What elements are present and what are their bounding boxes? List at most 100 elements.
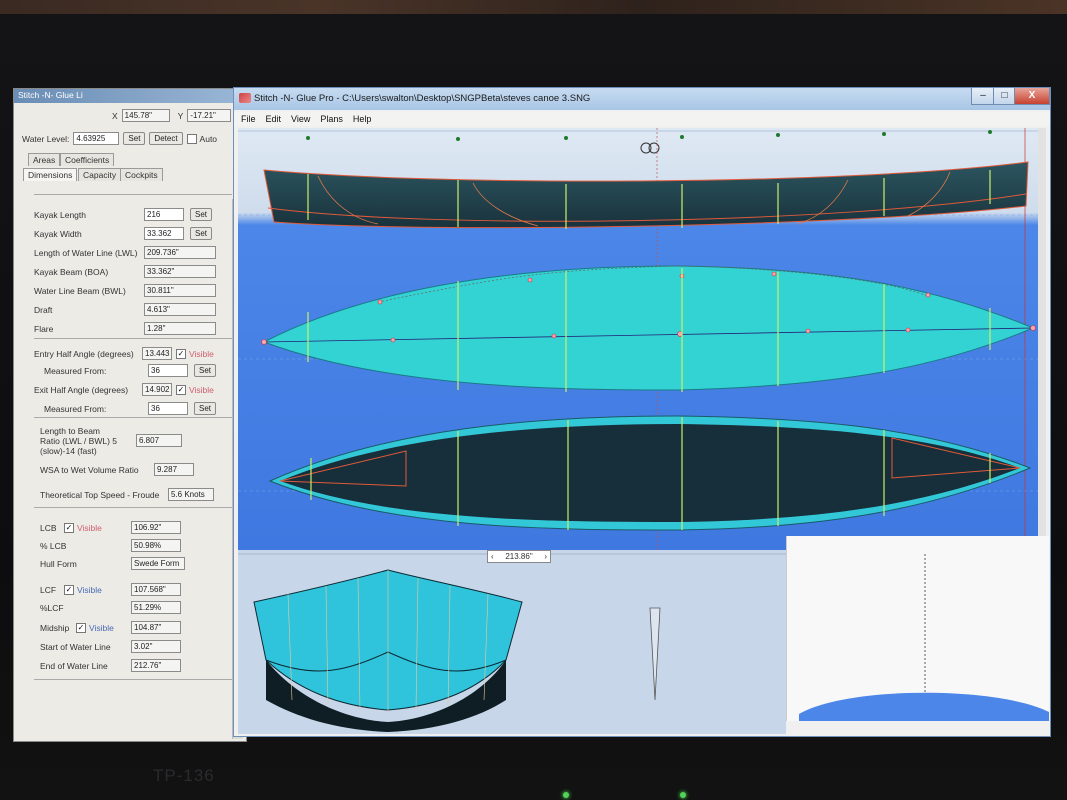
menu-help[interactable]: Help [353, 114, 372, 124]
hull-properties-panel: Stitch -N- Glue Li X 145.78" Y -17.21" W… [13, 88, 247, 742]
menu-bar: File Edit View Plans Help [234, 112, 1050, 126]
tab-coefficients[interactable]: Coefficients [60, 153, 115, 166]
pct-lcf-label: %LCF [40, 602, 64, 613]
ratio-label-line3: (slow)-14 (fast) [40, 446, 97, 456]
start-water-line-label: Start of Water Line [40, 641, 111, 652]
flare-label: Flare [34, 323, 54, 334]
boa-value: 33.362" [144, 265, 216, 278]
pct-lcb-value: 50.98% [131, 539, 181, 552]
top-speed-value: 5.6 Knots [168, 488, 214, 501]
kayak-length-input[interactable]: 216 [144, 208, 184, 221]
maximize-button[interactable]: □ [993, 88, 1016, 105]
canvas-scrollbar[interactable] [1038, 128, 1046, 550]
menu-view[interactable]: View [291, 114, 310, 124]
menu-file[interactable]: File [241, 114, 256, 124]
exit-measured-from-label: Measured From: [44, 403, 107, 414]
exit-visible-label: Visible [189, 384, 214, 395]
wsa-label: WSA to Wet Volume Ratio [40, 464, 139, 475]
water-level-input[interactable]: 4.63925 [73, 132, 120, 145]
lcf-visible-checkbox[interactable]: ✓ [64, 584, 74, 595]
panel-title: Stitch -N- Glue Li [14, 89, 246, 103]
kayak-width-set-button[interactable]: Set [190, 227, 213, 240]
main-window: Stitch -N- Glue Pro - C:\Users\swalton\D… [233, 87, 1051, 737]
entry-measured-input[interactable]: 36 [148, 364, 188, 377]
draft-value: 4.613" [144, 303, 216, 316]
hull-views-svg[interactable] [238, 128, 1046, 550]
lcb-label: LCB [40, 522, 57, 533]
lwl-value: 209.736" [144, 246, 216, 259]
waterplane-svg [799, 554, 1049, 721]
waterplane-view[interactable] [786, 536, 1049, 721]
minimize-button[interactable]: – [971, 88, 995, 105]
lcf-value: 107.568" [131, 583, 181, 596]
exit-angle-value: 14.902 [142, 383, 172, 396]
close-button[interactable]: X [1014, 88, 1050, 105]
title-bar[interactable]: Stitch -N- Glue Pro - C:\Users\swalton\D… [234, 88, 1050, 110]
status-led-icon [680, 792, 686, 798]
tab-cockpits[interactable]: Cockpits [120, 168, 163, 181]
bezel-model-label: TP-136 [153, 766, 215, 785]
menu-edit[interactable]: Edit [266, 114, 282, 124]
end-water-line-label: End of Water Line [40, 660, 108, 671]
tab-areas[interactable]: Areas [28, 153, 61, 166]
waterplane-curve [799, 692, 1049, 721]
entry-visible-checkbox[interactable]: ✓ [176, 348, 186, 359]
kayak-length-set-button[interactable]: Set [190, 208, 213, 221]
entry-angle-value: 13.443 [142, 347, 172, 360]
tab-capacity[interactable]: Capacity [78, 168, 122, 181]
hull-form-label: Hull Form [40, 558, 77, 569]
midship-label: Midship [40, 622, 70, 633]
hull-form-value: Swede Form [131, 557, 185, 570]
exit-measured-input[interactable]: 36 [148, 402, 188, 415]
top-speed-label: Theoretical Top Speed - Froude [40, 489, 160, 500]
auto-checkbox[interactable] [186, 133, 197, 144]
design-canvas[interactable] [238, 128, 1046, 550]
lcf-visible-label: Visible [77, 584, 102, 595]
entry-angle-label: Entry Half Angle (degrees) [34, 348, 134, 359]
power-led-icon [563, 792, 569, 798]
entry-visible-label: Visible [189, 348, 214, 359]
entry-measured-from-label: Measured From: [44, 365, 107, 376]
position-readout[interactable]: ‹ 213.86" › [487, 550, 551, 563]
ratio-label-line2: Ratio (LWL / BWL) 5 [40, 436, 117, 446]
midship-visible-checkbox[interactable]: ✓ [76, 622, 86, 633]
bottom-views: ‹ 213.86" › [238, 536, 1049, 734]
lcb-visible-checkbox[interactable]: ✓ [64, 522, 74, 533]
app-logo-icon [239, 93, 251, 103]
start-water-line-value: 3.02" [131, 640, 181, 653]
exit-measured-set-button[interactable]: Set [194, 402, 217, 415]
lwl-label: Length of Water Line (LWL) [34, 247, 138, 258]
tab-dimensions[interactable]: Dimensions [23, 168, 78, 181]
window-title: Stitch -N- Glue Pro - C:\Users\swalton\D… [254, 93, 591, 104]
water-level-label: Water Level: [22, 133, 70, 144]
entry-measured-set-button[interactable]: Set [194, 364, 217, 377]
midship-visible-label: Visible [89, 622, 114, 633]
auto-label: Auto [199, 133, 218, 144]
bwl-value: 30.811" [144, 284, 216, 297]
ratio-label-line1: Length to Beam [40, 426, 101, 436]
readout-right-arrow-icon[interactable]: › [544, 551, 547, 562]
pct-lcb-label: % LCB [40, 540, 67, 551]
lcb-value: 106.92" [131, 521, 181, 534]
kayak-length-label: Kayak Length [34, 209, 86, 220]
y-coord-label: Y [177, 110, 184, 121]
exit-visible-checkbox[interactable]: ✓ [176, 384, 186, 395]
x-coord-label: X [112, 110, 118, 121]
menu-plans[interactable]: Plans [320, 114, 343, 124]
readout-left-arrow-icon[interactable]: ‹ [491, 551, 494, 562]
end-water-line-value: 212.76" [131, 659, 181, 672]
detect-button[interactable]: Detect [149, 132, 183, 145]
kayak-width-input[interactable]: 33.362 [144, 227, 184, 240]
background-wall [0, 0, 1067, 14]
boa-label: Kayak Beam (BOA) [34, 266, 109, 277]
wsa-value: 9.287 [154, 463, 194, 476]
pct-lcf-value: 51.29% [131, 601, 181, 614]
draft-label: Draft [34, 304, 53, 315]
midship-value: 104.87" [131, 621, 181, 634]
exit-angle-label: Exit Half Angle (degrees) [34, 384, 129, 395]
bwl-label: Water Line Beam (BWL) [34, 285, 126, 296]
water-level-set-button[interactable]: Set [123, 132, 146, 145]
lcf-label: LCF [40, 584, 57, 595]
readout-value: 213.86" [505, 552, 533, 561]
kayak-width-label: Kayak Width [34, 228, 82, 239]
